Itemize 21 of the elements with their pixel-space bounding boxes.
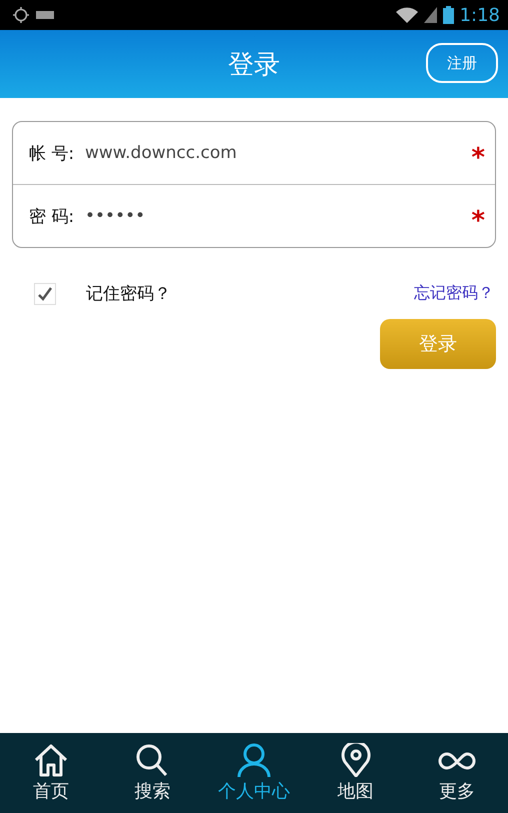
status-time: 1:18 (460, 4, 500, 26)
required-mark: * (471, 143, 485, 173)
tab[interactable]: 个人中心 (203, 733, 305, 813)
remember-label: 记住密码？ (86, 283, 171, 305)
wifi-icon (396, 7, 418, 23)
required-mark: * (471, 206, 485, 236)
keyboard-icon (36, 10, 54, 20)
input-field[interactable]: •••••• (85, 202, 472, 230)
tab[interactable]: 首页 (0, 733, 102, 813)
tab[interactable]: 搜索 (102, 733, 204, 813)
field-label: 帐 号: (29, 142, 76, 164)
forgot-password-link[interactable]: 忘记密码？ (414, 283, 494, 304)
tab[interactable]: 地图 (304, 733, 406, 813)
field-label: 密 码: (29, 206, 76, 228)
battery-icon (442, 6, 454, 24)
tab[interactable]: 更多 (406, 733, 508, 813)
location-icon (12, 6, 30, 24)
checkbox[interactable] (34, 282, 56, 304)
page-title: 登录 (228, 48, 280, 82)
input-field[interactable]: www.downcc.com (85, 139, 472, 167)
signal-icon (424, 7, 437, 23)
